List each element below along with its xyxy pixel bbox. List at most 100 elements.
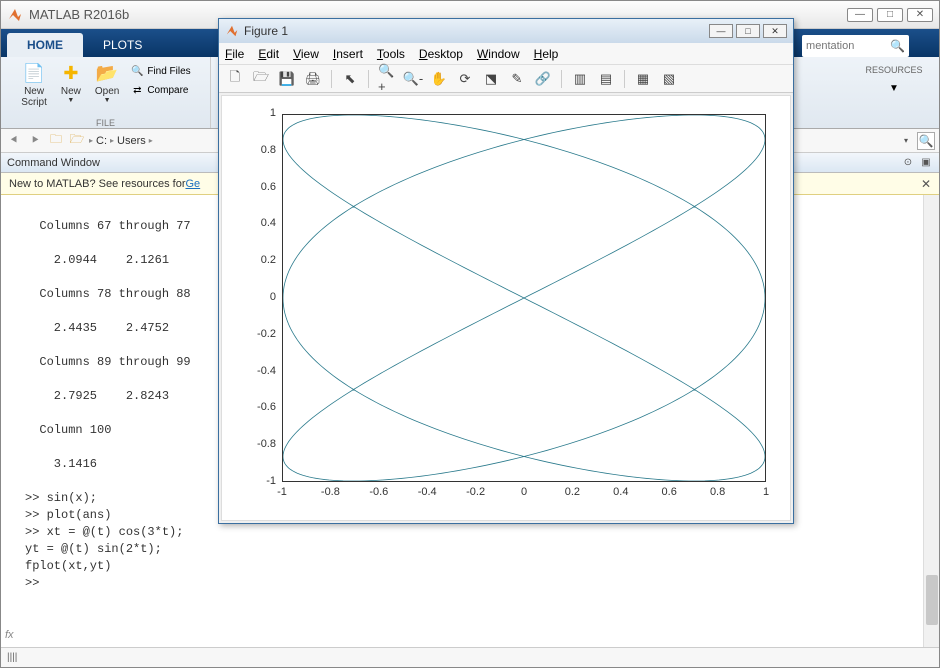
separator-icon: ▸ [110,136,114,145]
fx-icon[interactable]: fx [5,629,14,641]
new-plus-icon: ✚ [59,61,83,85]
x-tick-label: 0.8 [706,486,730,498]
figure-titlebar[interactable]: Figure 1 — □ ✕ [219,19,793,43]
breadcrumb-drive[interactable]: C: [96,135,107,147]
separator [331,70,332,88]
print-icon[interactable]: 🖨 [303,69,323,89]
rotate-icon[interactable]: ⟳ [455,69,475,89]
plot-axes [282,114,766,482]
chevron-down-icon: ▼ [104,97,111,104]
figure-close-button[interactable]: ✕ [763,24,787,38]
command-window-title: Command Window [7,157,100,169]
status-bar: |||| [1,647,939,667]
y-tick-label: -0.6 [257,401,276,413]
x-tick-label: -0.4 [415,486,439,498]
menu-help[interactable]: Help [534,47,559,61]
new-script-icon: 📄 [22,61,46,85]
scrollbar-thumb[interactable] [926,575,938,625]
x-tick-label: -1 [270,486,294,498]
status-grip-icon: |||| [7,652,17,663]
separator [368,70,369,88]
y-tick-label: 0 [270,291,276,303]
vertical-scrollbar[interactable] [923,195,939,647]
separator [561,70,562,88]
back-button[interactable]: ⯇ [5,132,23,150]
menu-insert[interactable]: Insert [333,47,363,61]
zoom-out-icon[interactable]: 🔍- [403,69,423,89]
doc-search: 🔍 [802,35,909,57]
compare-button[interactable]: ⇄ Compare [127,82,193,98]
hide-tools-icon[interactable]: ▦ [633,69,653,89]
tab-home[interactable]: HOME [7,33,83,57]
banner-text: New to MATLAB? See resources for [9,178,185,190]
menu-tools[interactable]: Tools [377,47,405,61]
y-tick-label: 0.8 [261,144,276,156]
pan-icon[interactable]: ✋ [429,69,449,89]
banner-close-icon[interactable]: ✕ [921,177,931,191]
show-tools-icon[interactable]: ▧ [659,69,679,89]
save-figure-icon[interactable]: 💾 [277,69,297,89]
up-folder-icon[interactable]: 🗀 [47,132,65,150]
toolstrip-file-group: 📄 New Script ✚ New ▼ 📂 Open ▼ 🔍 Find F [1,57,211,128]
doc-search-input[interactable] [806,40,886,52]
matlab-logo-icon [7,7,23,23]
menu-file[interactable]: File [225,47,244,61]
data-cursor-icon[interactable]: ⬔ [481,69,501,89]
figure-canvas[interactable]: -1-0.8-0.6-0.4-0.200.20.40.60.81 -1-0.8-… [221,95,791,521]
y-tick-label: -0.8 [257,438,276,450]
forward-button[interactable]: ⯈ [26,132,44,150]
menu-desktop[interactable]: Desktop [419,47,463,61]
options-dropdown-icon[interactable]: ⊙ [901,156,915,170]
chevron-down-icon: ▼ [67,97,74,104]
x-tick-label: -0.8 [318,486,342,498]
browse-folder-icon[interactable]: 🗁 [68,132,86,150]
insert-colorbar-icon[interactable]: ▥ [570,69,590,89]
path-dropdown-icon[interactable]: ▾ [904,136,908,145]
maximize-panel-icon[interactable]: ▣ [919,156,933,170]
figure-toolbar: 🗋 🗁 💾 🖨 ⬉ 🔍+ 🔍- ✋ ⟳ ⬔ ✎ 🔗 ▥ ▤ ▦ ▧ [219,65,793,93]
path-search-icon[interactable]: 🔍 [917,132,935,150]
y-tick-label: 1 [270,107,276,119]
search-icon[interactable]: 🔍 [886,39,905,53]
x-tick-label: 0.6 [657,486,681,498]
menu-edit[interactable]: Edit [258,47,279,61]
link-icon[interactable]: 🔗 [533,69,553,89]
matlab-logo-icon [225,24,239,38]
breadcrumb-users[interactable]: Users [117,135,146,147]
compare-icon: ⇄ [130,83,144,97]
new-script-button[interactable]: 📄 New Script [17,59,51,110]
main-window-buttons: — □ ✕ [847,8,933,22]
open-button[interactable]: 📂 Open ▼ [91,59,123,106]
figure-window: Figure 1 — □ ✕ File Edit View Insert Too… [218,18,794,524]
x-tick-label: 0.2 [560,486,584,498]
y-tick-label: -0.4 [257,365,276,377]
close-button[interactable]: ✕ [907,8,933,22]
new-button[interactable]: ✚ New ▼ [55,59,87,106]
x-tick-label: 0.4 [609,486,633,498]
banner-link[interactable]: Ge [185,178,200,190]
insert-legend-icon[interactable]: ▤ [596,69,616,89]
file-group-label: FILE [1,118,210,128]
separator [624,70,625,88]
y-tick-label: 0.6 [261,181,276,193]
separator-icon: ▸ [89,136,93,145]
minimize-button[interactable]: — [847,8,873,22]
maximize-button[interactable]: □ [877,8,903,22]
y-tick-label: -0.2 [257,328,276,340]
new-figure-icon[interactable]: 🗋 [225,69,245,89]
edit-plot-icon[interactable]: ⬉ [340,69,360,89]
open-figure-icon[interactable]: 🗁 [251,69,271,89]
zoom-in-icon[interactable]: 🔍+ [377,69,397,89]
figure-minimize-button[interactable]: — [709,24,733,38]
brush-icon[interactable]: ✎ [507,69,527,89]
figure-maximize-button[interactable]: □ [736,24,760,38]
menu-window[interactable]: Window [477,47,520,61]
toolstrip-resources-group[interactable]: RESOURCES ▼ [849,57,939,128]
figure-title: Figure 1 [244,24,706,38]
tab-plots[interactable]: PLOTS [83,33,162,57]
figure-menubar: File Edit View Insert Tools Desktop Wind… [219,43,793,65]
x-tick-label: 0 [512,486,536,498]
find-files-icon: 🔍 [130,64,144,78]
find-files-button[interactable]: 🔍 Find Files [127,63,193,79]
menu-view[interactable]: View [293,47,319,61]
